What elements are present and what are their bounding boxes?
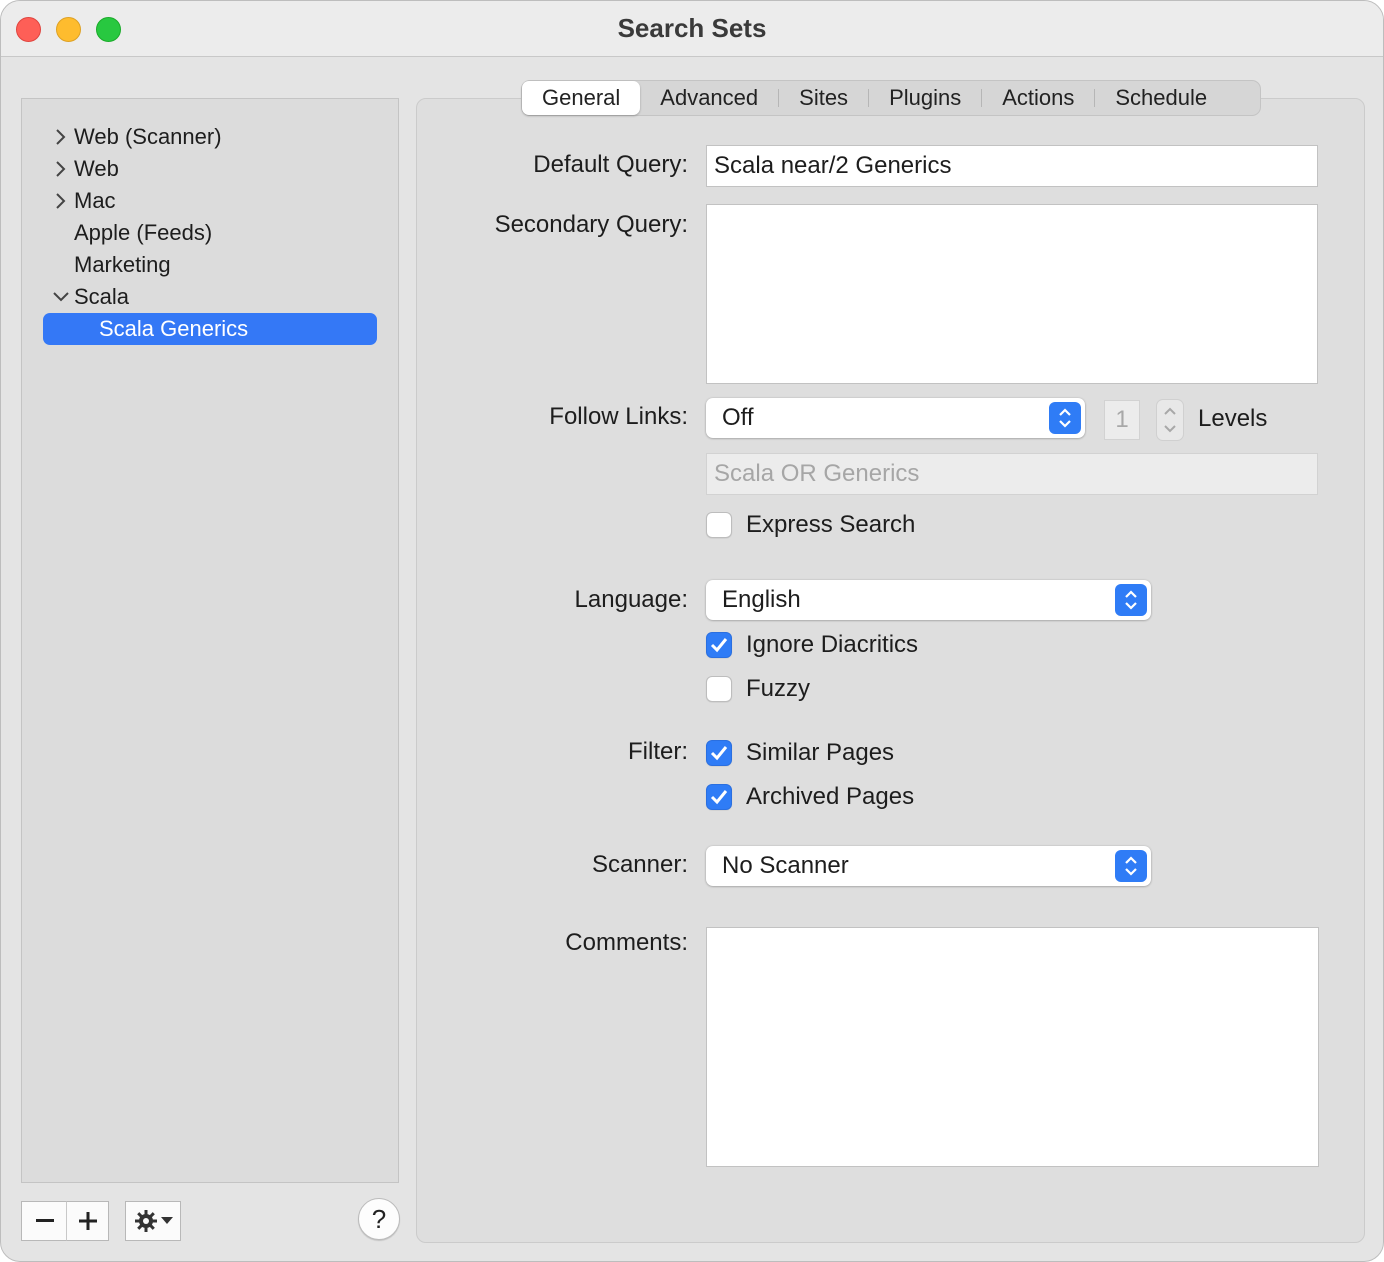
search-sets-window: Search Sets Web (Scanner) Web Mac Apple … bbox=[0, 0, 1384, 1262]
follow-links-popup[interactable]: Off bbox=[706, 398, 1085, 438]
archived-pages-label: Archived Pages bbox=[746, 783, 915, 810]
levels-label: Levels bbox=[1198, 405, 1268, 432]
fuzzy-label: Fuzzy bbox=[746, 675, 811, 702]
chevron-down-icon[interactable] bbox=[52, 281, 70, 313]
sidebar-item-label: Scala Generics bbox=[99, 316, 249, 341]
sidebar-item-scala-generics[interactable]: Scala Generics bbox=[43, 313, 377, 345]
dropdown-triangle-icon bbox=[160, 1217, 173, 1224]
sidebar-item-label: Marketing bbox=[74, 252, 171, 277]
comments-label: Comments: bbox=[565, 929, 688, 956]
remove-search-set-button[interactable] bbox=[21, 1201, 67, 1241]
sidebar-item-label: Mac bbox=[74, 188, 116, 213]
chevron-right-icon[interactable] bbox=[52, 153, 70, 185]
checkmark-icon bbox=[710, 790, 728, 805]
fuzzy-checkbox[interactable] bbox=[706, 676, 732, 702]
default-query-field[interactable]: Scala near/2 Generics bbox=[706, 145, 1318, 187]
checkmark-icon bbox=[710, 746, 728, 761]
secondary-query-label: Secondary Query: bbox=[494, 211, 688, 238]
search-sets-sidebar: Web (Scanner) Web Mac Apple (Feeds) Mark… bbox=[21, 98, 399, 1183]
settings-tab-bar: General Advanced Sites Plugins Actions S… bbox=[521, 80, 1261, 116]
follow-links-label: Follow Links: bbox=[549, 403, 688, 430]
ignore-diacritics-checkbox[interactable] bbox=[706, 632, 732, 658]
ignore-diacritics-label: Ignore Diacritics bbox=[746, 631, 919, 658]
add-search-set-button[interactable] bbox=[66, 1201, 109, 1241]
checkmark-icon bbox=[710, 638, 728, 653]
tab-actions[interactable]: Actions bbox=[982, 81, 1094, 115]
question-mark-icon: ? bbox=[371, 1204, 387, 1234]
tab-plugins[interactable]: Plugins bbox=[869, 81, 981, 115]
filter-label: Filter: bbox=[628, 738, 688, 765]
express-search-label: Express Search bbox=[746, 511, 916, 538]
stepper-arrows-icon bbox=[1164, 407, 1176, 433]
scanner-value: No Scanner bbox=[722, 852, 849, 879]
tab-schedule[interactable]: Schedule bbox=[1095, 81, 1227, 115]
gear-icon bbox=[134, 1210, 157, 1232]
sidebar-item-label: Web (Scanner) bbox=[74, 124, 222, 149]
sidebar-item-mac[interactable]: Mac bbox=[22, 185, 398, 217]
express-search-checkbox[interactable] bbox=[706, 512, 732, 538]
help-button[interactable]: ? bbox=[358, 1198, 400, 1240]
title-bar: Search Sets bbox=[1, 1, 1383, 57]
scanner-popup[interactable]: No Scanner bbox=[706, 846, 1151, 886]
sidebar-item-label: Apple (Feeds) bbox=[74, 220, 213, 245]
default-query-label: Default Query: bbox=[533, 151, 688, 178]
minus-icon bbox=[35, 1219, 54, 1222]
sidebar-item-web[interactable]: Web bbox=[22, 153, 398, 185]
popup-arrows-icon bbox=[1049, 402, 1081, 434]
sidebar-item-web-scanner[interactable]: Web (Scanner) bbox=[22, 121, 398, 153]
language-label: Language: bbox=[574, 586, 688, 613]
window-title: Search Sets bbox=[617, 13, 767, 43]
follow-links-levels-field[interactable]: 1 bbox=[1104, 400, 1140, 440]
sidebar-item-label: Scala bbox=[74, 284, 130, 309]
chevron-right-icon[interactable] bbox=[52, 121, 70, 153]
sidebar-item-scala[interactable]: Scala bbox=[22, 281, 398, 313]
language-popup[interactable]: English bbox=[706, 580, 1151, 620]
follow-links-levels-stepper[interactable] bbox=[1156, 399, 1184, 441]
tab-sites[interactable]: Sites bbox=[779, 81, 868, 115]
secondary-query-field[interactable] bbox=[706, 204, 1318, 384]
follow-links-query-field: Scala OR Generics bbox=[706, 453, 1318, 495]
tab-general[interactable]: General bbox=[522, 81, 641, 115]
language-value: English bbox=[722, 586, 801, 613]
scanner-label: Scanner: bbox=[591, 851, 688, 878]
follow-links-value: Off bbox=[722, 404, 754, 431]
chevron-right-icon[interactable] bbox=[52, 185, 70, 217]
comments-field[interactable] bbox=[706, 927, 1319, 1167]
plus-icon bbox=[78, 1212, 97, 1230]
archived-pages-checkbox[interactable] bbox=[706, 784, 732, 810]
similar-pages-checkbox[interactable] bbox=[706, 740, 732, 766]
sidebar-item-marketing[interactable]: Marketing bbox=[22, 249, 398, 281]
similar-pages-label: Similar Pages bbox=[746, 739, 895, 766]
popup-arrows-icon bbox=[1115, 584, 1147, 616]
popup-arrows-icon bbox=[1115, 850, 1147, 882]
sidebar-item-apple-feeds[interactable]: Apple (Feeds) bbox=[22, 217, 398, 249]
actions-menu-button[interactable] bbox=[125, 1201, 181, 1241]
tab-advanced[interactable]: Advanced bbox=[640, 81, 778, 115]
sidebar-item-label: Web bbox=[74, 156, 119, 181]
